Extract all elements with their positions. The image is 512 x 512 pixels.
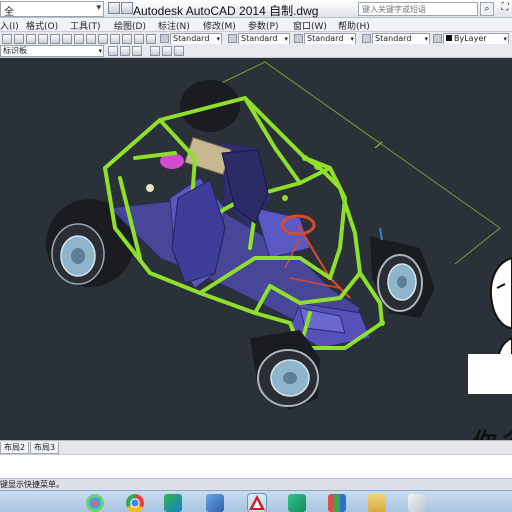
view-icon[interactable] bbox=[150, 46, 160, 56]
books-icon[interactable] bbox=[328, 494, 346, 512]
app2-icon[interactable] bbox=[408, 494, 426, 512]
chevron-down-icon: ▾ bbox=[284, 35, 288, 43]
quick-access-dropdown-icon[interactable] bbox=[121, 2, 133, 14]
text-style-icon bbox=[160, 34, 169, 43]
media-player-icon[interactable] bbox=[164, 494, 182, 512]
pan-icon[interactable] bbox=[134, 34, 144, 44]
cartoon-overlay bbox=[468, 256, 512, 394]
save-icon[interactable] bbox=[26, 34, 36, 44]
new-file-icon[interactable] bbox=[2, 34, 12, 44]
visual-style-icon[interactable] bbox=[174, 46, 184, 56]
text-style-value: Standard bbox=[173, 34, 210, 43]
menu-help[interactable]: 帮助(H) bbox=[338, 19, 370, 32]
redo-icon[interactable] bbox=[122, 34, 132, 44]
chevron-down-icon: ▾ bbox=[96, 3, 101, 13]
color-icon bbox=[433, 34, 442, 43]
browser-icon[interactable] bbox=[86, 494, 104, 512]
search-input[interactable] bbox=[359, 3, 477, 15]
buggy-model-drawing bbox=[46, 61, 512, 410]
menu-draw[interactable]: 绘图(D) bbox=[114, 19, 146, 32]
mleader-style-icon bbox=[362, 34, 371, 43]
tab-layout3[interactable]: 布局3 bbox=[30, 442, 60, 454]
cut-icon[interactable] bbox=[62, 34, 72, 44]
window-title: Autodesk AutoCAD 2014 自制.dwg bbox=[133, 4, 319, 18]
preview-icon[interactable] bbox=[50, 34, 60, 44]
copy-icon[interactable] bbox=[74, 34, 84, 44]
layout-tabs: 布局2 布局3 bbox=[0, 440, 512, 454]
tools-icon[interactable] bbox=[206, 494, 224, 512]
menu-format[interactable]: 格式(O) bbox=[26, 19, 58, 32]
dim-style-value: Standard bbox=[241, 34, 278, 43]
workspace-value: 全 bbox=[4, 7, 14, 18]
menu-bar: 入(I) 格式(O) 工具(T) 绘图(D) 标注(N) 修改(M) 参数(P)… bbox=[0, 18, 512, 32]
zoom-icon[interactable] bbox=[146, 34, 156, 44]
layer-value: 标识板 bbox=[3, 46, 27, 55]
status-bar: 键显示快捷菜单。 bbox=[0, 478, 512, 490]
chrome-icon[interactable] bbox=[126, 494, 144, 512]
chevron-down-icon: ▾ bbox=[424, 35, 428, 43]
match-prop-icon[interactable] bbox=[98, 34, 108, 44]
color-value: ByLayer bbox=[454, 34, 487, 43]
color-swatch bbox=[446, 35, 452, 41]
subtitle-overlay-text: 你彳 bbox=[473, 422, 512, 440]
layer-previous-icon[interactable] bbox=[120, 46, 130, 56]
front-left-tire bbox=[250, 330, 320, 410]
taskbar bbox=[0, 490, 512, 512]
autocad-window: 全 ▾ Autodesk AutoCAD 2014 自制.dwg ⌕ ⛶ 入(I… bbox=[0, 0, 512, 512]
table-style-icon bbox=[294, 34, 303, 43]
model-space-canvas[interactable]: 你彳 bbox=[0, 58, 512, 440]
chevron-down-icon: ▾ bbox=[503, 35, 507, 43]
app-icon[interactable] bbox=[288, 494, 306, 512]
search-icon[interactable]: ⌕ bbox=[480, 2, 494, 16]
title-bar: 全 ▾ Autodesk AutoCAD 2014 自制.dwg ⌕ ⛶ bbox=[0, 0, 512, 18]
menu-insert[interactable]: 入(I) bbox=[0, 19, 19, 32]
plot-icon[interactable] bbox=[38, 34, 48, 44]
mleader-style-value: Standard bbox=[375, 34, 412, 43]
autocad-icon[interactable] bbox=[248, 494, 266, 512]
workspace-select[interactable]: 全 ▾ bbox=[0, 1, 104, 18]
search-box[interactable] bbox=[358, 2, 478, 16]
layer-state-icon[interactable] bbox=[132, 46, 142, 56]
undo-icon[interactable] bbox=[110, 34, 120, 44]
dim-style-icon bbox=[228, 34, 237, 43]
paste-icon[interactable] bbox=[86, 34, 96, 44]
table-style-value: Standard bbox=[307, 34, 344, 43]
tab-layout2[interactable]: 布局2 bbox=[0, 442, 30, 454]
folder-icon[interactable] bbox=[368, 494, 386, 512]
menu-dimension[interactable]: 标注(N) bbox=[158, 19, 190, 32]
quick-access-icon[interactable] bbox=[108, 2, 120, 14]
menu-tools[interactable]: 工具(T) bbox=[70, 19, 101, 32]
chevron-down-icon: ▾ bbox=[98, 47, 102, 55]
status-prompt: 键显示快捷菜单。 bbox=[0, 480, 64, 489]
binoculars-icon[interactable]: ⛶ bbox=[498, 2, 512, 16]
layers-toolbar: 标识板 ▾ bbox=[0, 44, 512, 58]
menu-modify[interactable]: 修改(M) bbox=[203, 19, 236, 32]
menu-parametric[interactable]: 参数(P) bbox=[248, 19, 278, 32]
layer-properties-icon[interactable] bbox=[108, 46, 118, 56]
chevron-down-icon: ▾ bbox=[350, 35, 354, 43]
menu-window[interactable]: 窗口(W) bbox=[293, 19, 327, 32]
chevron-down-icon: ▾ bbox=[216, 35, 220, 43]
orbit-icon[interactable] bbox=[162, 46, 172, 56]
layer-select[interactable]: 标识板 ▾ bbox=[0, 45, 104, 57]
open-file-icon[interactable] bbox=[14, 34, 24, 44]
